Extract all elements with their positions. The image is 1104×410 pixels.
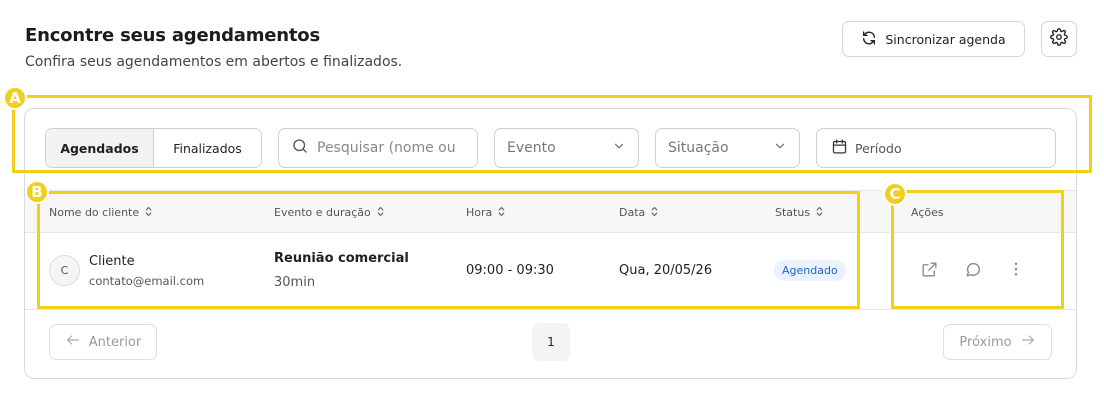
column-client[interactable]: Nome do cliente [49,191,153,234]
sort-icon [144,206,153,220]
event-duration: 30min [274,275,316,290]
tab-finalizados[interactable]: Finalizados [154,129,261,167]
chevron-down-icon [612,139,626,157]
settings-button[interactable] [1041,21,1077,57]
column-hour-label: Hora [466,206,493,219]
annotation-marker-c: C [883,182,907,206]
chevron-down-icon [773,139,787,157]
column-status-label: Status [775,206,811,219]
external-link-icon [920,260,939,283]
appointment-date: Qua, 20/05/26 [619,263,713,278]
period-picker[interactable]: Período [816,128,1056,168]
annotation-marker-a: A [3,86,27,110]
more-options-button[interactable] [1005,260,1027,282]
sync-calendar-label: Sincronizar agenda [885,31,1006,47]
more-vertical-icon [1007,260,1025,282]
page-title: Encontre seus agendamentos [25,25,320,46]
column-event[interactable]: Evento e duração [274,191,385,234]
chat-button[interactable] [962,260,984,282]
event-select-value: Evento [507,140,556,156]
sync-icon [861,30,877,49]
open-external-button[interactable] [918,260,940,282]
table-header: Nome do cliente Evento e duração Hora Da… [25,190,1076,233]
column-actions: Ações [911,191,944,234]
column-date-label: Data [619,206,646,219]
search-input[interactable] [317,140,467,156]
column-status[interactable]: Status [775,191,824,234]
column-client-label: Nome do cliente [49,206,140,219]
client-name: Cliente [89,254,135,269]
column-hour[interactable]: Hora [466,191,506,234]
previous-page-label: Anterior [88,334,142,350]
sort-icon [815,206,824,220]
search-icon [291,137,309,159]
event-select[interactable]: Evento [494,128,639,168]
status-badge: Agendado [774,260,846,281]
calendar-icon [831,138,848,158]
gear-icon [1050,28,1068,50]
sort-icon [650,206,659,220]
next-page-button[interactable]: Próximo [943,324,1052,360]
column-date[interactable]: Data [619,191,659,234]
table-row[interactable]: C Cliente contato@email.com Reunião come… [25,233,1076,310]
appointments-tab-group: Agendados Finalizados [45,128,262,168]
annotation-marker-b: B [25,180,49,204]
column-event-label: Evento e duração [274,206,371,219]
previous-page-button[interactable]: Anterior [49,324,157,360]
sync-calendar-button[interactable]: Sincronizar agenda [842,21,1025,57]
sort-icon [497,206,506,220]
arrow-right-icon [1020,332,1036,352]
arrow-left-icon [65,332,81,352]
sort-icon [376,206,385,220]
page-subtitle: Confira seus agendamentos em abertos e f… [25,54,403,70]
event-name: Reunião comercial [274,251,409,266]
next-page-label: Próximo [959,334,1012,350]
status-select-value: Situação [668,140,729,156]
appointment-hour: 09:00 - 09:30 [466,263,554,278]
column-actions-label: Ações [911,206,944,219]
tab-agendados[interactable]: Agendados [46,129,154,167]
period-label: Período [855,140,902,156]
status-select[interactable]: Situação [655,128,800,168]
chat-icon [963,259,983,283]
client-email: contato@email.com [89,274,205,288]
avatar: C [49,255,80,286]
search-field[interactable] [278,128,478,168]
page-number-current[interactable]: 1 [532,323,570,361]
